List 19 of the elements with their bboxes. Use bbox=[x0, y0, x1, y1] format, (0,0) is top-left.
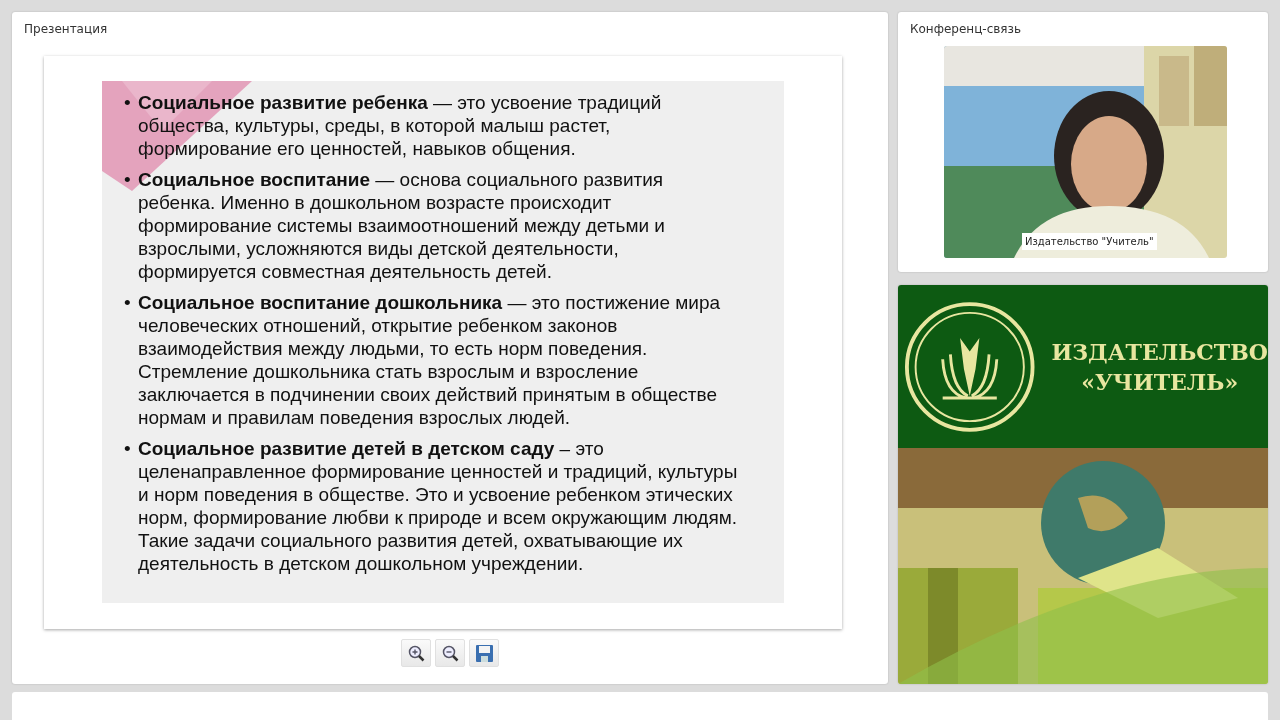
bullet-text: Социальное воспитание дошкольника — это постижение мира человеческих отношений, открытие ребенком законов взаимодействия между людьми, то есть норм поведения. Стремление дошкольника стать взрослым и взросление заключается в подчинении своих действий принятым в обществе нормам и правилам поведения взрослых людей. bbox=[138, 291, 722, 429]
banner-text: ИЗДАТЕЛЬСТВО bbox=[1051, 337, 1268, 367]
bullet-text: Социальное воспитание — основа социального развития ребенка. Именно в дошкольном возрасте происходит формирование системы взаимоотношений между детьми и взрослыми, усложняются виды детской деятельности, формируется совместная деятельность детей. bbox=[138, 168, 666, 283]
save-icon bbox=[474, 643, 494, 663]
zoom-in-button[interactable] bbox=[401, 639, 431, 667]
bullet-marker: • bbox=[124, 291, 132, 315]
video-caption: Издательство "Учитель" bbox=[1022, 233, 1157, 250]
zoom-in-icon bbox=[406, 643, 426, 663]
banner-text: «УЧИТЕЛЬ» bbox=[1080, 367, 1240, 397]
bullet-text: Социальное развитие детей в детском саду – это целенаправленное формирование ценностей и традиций, культуры и норм поведения в обществе. Это и усвоение ребенком этических норм, формирование любви к природе и всем окружающим людям. Такие задачи социального развития детей, охватывающие их деятельность в детском дошкольном учреждении. bbox=[138, 437, 738, 575]
panel-title: Презентация bbox=[24, 21, 109, 38]
save-button[interactable] bbox=[469, 639, 499, 667]
zoom-out-icon bbox=[440, 643, 460, 663]
bullet-text: Социальное развитие ребенка — это усвоение традиций общества, культуры, среды, в которой малыш растет, формирование его ценностей, навыков общения. bbox=[138, 91, 663, 160]
zoom-out-button[interactable] bbox=[435, 639, 465, 667]
bullet-marker: • bbox=[124, 168, 132, 192]
bullet-marker: • bbox=[124, 91, 132, 115]
bullet-marker: • bbox=[124, 437, 132, 461]
panel-title: Конференц-связь bbox=[910, 21, 1023, 38]
